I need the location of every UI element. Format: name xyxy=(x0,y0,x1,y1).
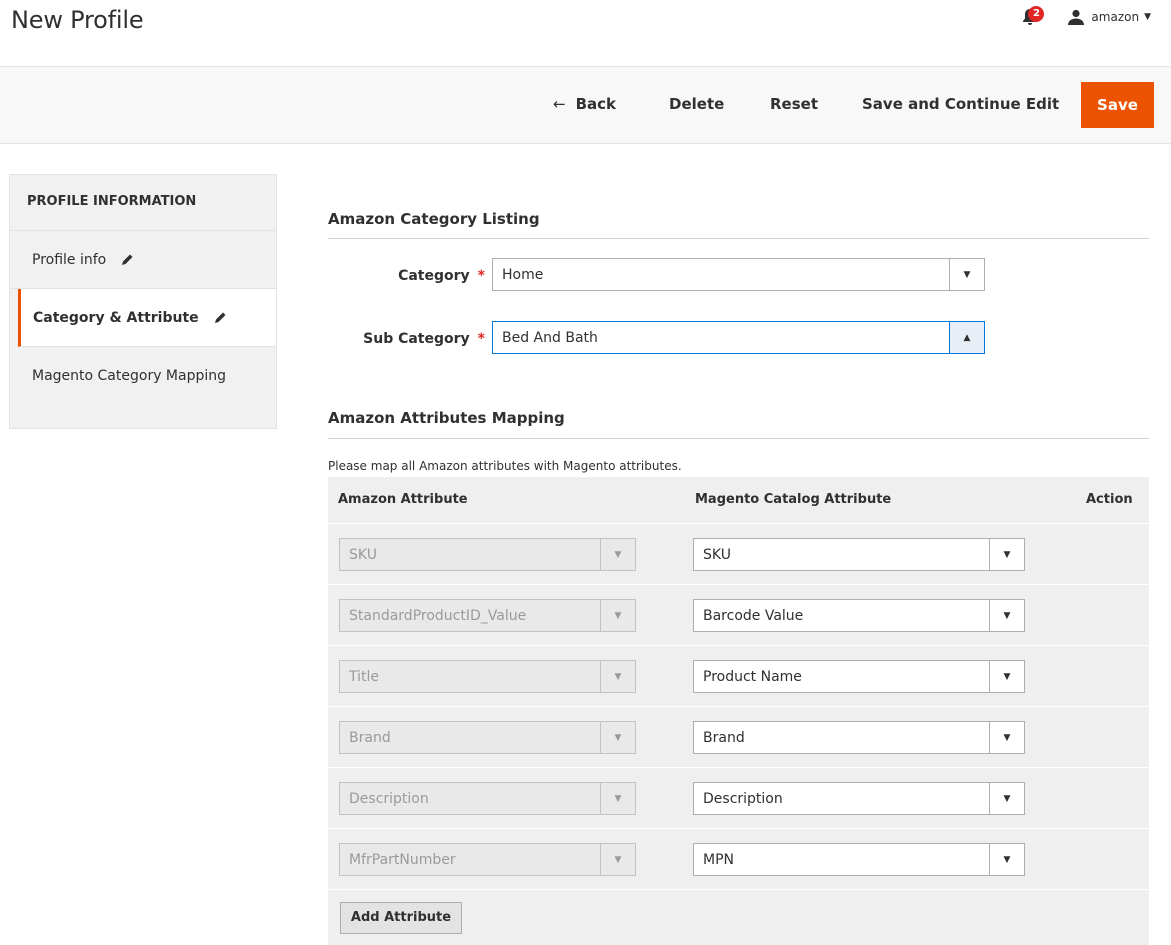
table-row: Title ▼ Product Name ▼ xyxy=(328,645,1149,706)
category-value: Home xyxy=(502,266,544,283)
table-row: StandardProductID_Value ▼ Barcode Value … xyxy=(328,584,1149,645)
amazon-attribute-select: Brand ▼ xyxy=(339,721,636,754)
reset-button[interactable]: Reset xyxy=(770,95,818,113)
add-attribute-button[interactable]: Add Attribute xyxy=(340,902,462,934)
magento-attribute-select[interactable]: Description ▼ xyxy=(693,782,1025,815)
pencil-icon xyxy=(214,312,226,323)
sidebar-heading: PROFILE INFORMATION xyxy=(10,175,276,231)
sidebar-item-label: Profile info xyxy=(32,251,107,268)
column-header-magento-attribute: Magento Catalog Attribute xyxy=(695,492,892,507)
magento-attribute-value: SKU xyxy=(703,546,731,563)
amazon-attribute-select: StandardProductID_Value ▼ xyxy=(339,599,636,632)
user-icon xyxy=(1068,9,1085,25)
chevron-down-icon: ▼ xyxy=(600,539,635,570)
amazon-attribute-value: Brand xyxy=(349,729,391,746)
chevron-down-icon: ▼ xyxy=(989,661,1024,692)
delete-button[interactable]: Delete xyxy=(669,95,724,113)
magento-attribute-select[interactable]: SKU ▼ xyxy=(693,538,1025,571)
chevron-down-icon: ▼ xyxy=(989,783,1024,814)
notifications-button[interactable]: 2 xyxy=(1022,6,1045,28)
chevron-down-icon: ▼ xyxy=(600,844,635,875)
user-menu[interactable]: amazon ▼ xyxy=(1068,9,1151,25)
category-listing-title: Amazon Category Listing xyxy=(328,210,540,228)
top-actions: 2 amazon ▼ xyxy=(1022,6,1151,28)
pencil-icon xyxy=(122,254,133,265)
subcategory-select[interactable]: Bed And Bath ▲ xyxy=(492,321,985,354)
magento-attribute-value: Barcode Value xyxy=(703,607,804,624)
section-divider xyxy=(328,438,1149,439)
attributes-table: Amazon Attribute Magento Catalog Attribu… xyxy=(328,477,1149,945)
section-divider xyxy=(328,238,1149,239)
amazon-attribute-select: Description ▼ xyxy=(339,782,636,815)
user-name: amazon xyxy=(1091,10,1140,24)
save-button[interactable]: Save xyxy=(1081,82,1154,128)
mapping-note: Please map all Amazon attributes with Ma… xyxy=(328,459,682,473)
subcategory-value: Bed And Bath xyxy=(502,329,598,346)
category-label: Category * xyxy=(360,268,485,284)
table-row: Description ▼ Description ▼ xyxy=(328,767,1149,828)
subcategory-label: Sub Category * xyxy=(340,331,485,347)
magento-attribute-value: MPN xyxy=(703,851,734,868)
sidebar-item-label: Category & Attribute xyxy=(33,309,199,326)
magento-attribute-value: Brand xyxy=(703,729,745,746)
column-header-action: Action xyxy=(1086,492,1133,507)
magento-attribute-select[interactable]: Barcode Value ▼ xyxy=(693,599,1025,632)
table-row: SKU ▼ SKU ▼ xyxy=(328,523,1149,584)
amazon-attribute-value: Title xyxy=(349,668,380,685)
chevron-down-icon: ▼ xyxy=(600,661,635,692)
amazon-attribute-select: SKU ▼ xyxy=(339,538,636,571)
table-row: MfrPartNumber ▼ MPN ▼ xyxy=(328,828,1149,889)
amazon-attribute-value: SKU xyxy=(349,546,377,563)
category-label-text: Category xyxy=(398,268,470,284)
back-button[interactable]: ← Back xyxy=(553,95,616,113)
profile-sidebar: PROFILE INFORMATION Profile info Categor… xyxy=(9,174,277,429)
required-icon: * xyxy=(477,268,485,284)
amazon-attribute-value: Description xyxy=(349,790,429,807)
category-select[interactable]: Home ▼ xyxy=(492,258,985,291)
magento-attribute-select[interactable]: Brand ▼ xyxy=(693,721,1025,754)
sidebar-item-profile-info[interactable]: Profile info xyxy=(10,231,276,289)
chevron-down-icon: ▼ xyxy=(600,722,635,753)
magento-attribute-select[interactable]: MPN ▼ xyxy=(693,843,1025,876)
chevron-down-icon: ▼ xyxy=(989,600,1024,631)
table-header: Amazon Attribute Magento Catalog Attribu… xyxy=(328,477,1149,523)
back-label: Back xyxy=(575,95,617,113)
magento-attribute-select[interactable]: Product Name ▼ xyxy=(693,660,1025,693)
chevron-down-icon: ▼ xyxy=(600,600,635,631)
notification-count-badge: 2 xyxy=(1028,6,1045,22)
subcategory-label-text: Sub Category xyxy=(363,331,470,347)
sidebar-item-label: Magento Category Mapping xyxy=(32,368,227,384)
table-footer: Add Attribute xyxy=(328,889,1149,945)
attributes-mapping-title: Amazon Attributes Mapping xyxy=(328,409,565,427)
page-title: New Profile xyxy=(11,6,144,34)
column-header-amazon-attribute: Amazon Attribute xyxy=(338,492,468,507)
chevron-down-icon: ▼ xyxy=(989,722,1024,753)
chevron-down-icon: ▼ xyxy=(989,539,1024,570)
chevron-down-icon: ▼ xyxy=(949,259,984,290)
chevron-down-icon: ▼ xyxy=(989,844,1024,875)
table-row: Brand ▼ Brand ▼ xyxy=(328,706,1149,767)
magento-attribute-value: Product Name xyxy=(703,668,802,685)
sidebar-item-category-attribute[interactable]: Category & Attribute xyxy=(18,289,276,347)
chevron-down-icon: ▼ xyxy=(600,783,635,814)
save-and-continue-button[interactable]: Save and Continue Edit xyxy=(862,95,1059,113)
amazon-attribute-select: MfrPartNumber ▼ xyxy=(339,843,636,876)
magento-attribute-value: Description xyxy=(703,790,783,807)
amazon-attribute-select: Title ▼ xyxy=(339,660,636,693)
chevron-up-icon: ▲ xyxy=(949,322,984,353)
amazon-attribute-value: StandardProductID_Value xyxy=(349,607,527,624)
amazon-attribute-value: MfrPartNumber xyxy=(349,851,456,868)
arrow-left-icon: ← xyxy=(553,95,566,113)
chevron-down-icon: ▼ xyxy=(1144,12,1151,22)
sidebar-item-magento-category-mapping[interactable]: Magento Category Mapping xyxy=(10,347,276,405)
required-icon: * xyxy=(477,331,485,347)
action-toolbar: ← Back Delete Reset Save and Continue Edi… xyxy=(0,66,1171,144)
